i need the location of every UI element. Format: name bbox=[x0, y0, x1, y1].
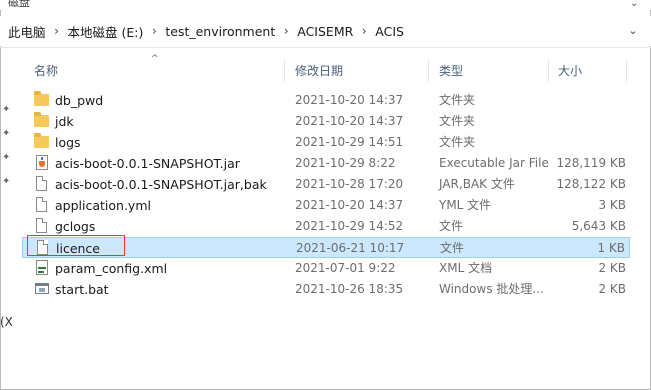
breadcrumb-drive-e[interactable]: 本地磁盘 (E:) bbox=[66, 22, 146, 41]
column-divider[interactable] bbox=[626, 60, 627, 82]
file-date: 2021-10-29 14:52 bbox=[295, 219, 404, 233]
file-name: param_config.xml bbox=[55, 261, 168, 276]
column-header-size[interactable]: 大小 bbox=[558, 56, 582, 86]
file-type: 文件夹 bbox=[439, 93, 476, 107]
file-date: 2021-10-20 14:37 bbox=[295, 93, 404, 107]
column-header-name[interactable]: 名称 bbox=[34, 56, 58, 86]
pin-icon[interactable]: ✦ bbox=[2, 104, 12, 115]
file-row[interactable]: db_pwd 2021-10-20 14:37 文件夹 bbox=[22, 90, 630, 111]
breadcrumb: 此电脑 › 本地磁盘 (E:) › test_environment › ACI… bbox=[6, 16, 406, 46]
file-name: gclogs bbox=[55, 219, 96, 234]
file-date: 2021-10-29 8:22 bbox=[295, 156, 396, 170]
column-header-type[interactable]: 类型 bbox=[439, 56, 463, 86]
file-size: 2 KB bbox=[598, 282, 626, 296]
breadcrumb-test-environment[interactable]: test_environment bbox=[163, 24, 277, 39]
column-divider[interactable] bbox=[548, 60, 549, 82]
file-type: 文件夹 bbox=[439, 114, 476, 128]
file-icon bbox=[35, 240, 51, 256]
file-type: 文件 bbox=[439, 219, 464, 233]
file-name: start.bat bbox=[55, 282, 109, 297]
file-type: Windows 批处理... bbox=[439, 282, 544, 296]
column-header-date[interactable]: 修改日期 bbox=[295, 56, 343, 86]
breadcrumb-acisemr[interactable]: ACISEMR bbox=[295, 24, 355, 39]
column-divider[interactable] bbox=[284, 60, 285, 82]
breadcrumb-this-pc[interactable]: 此电脑 bbox=[6, 22, 48, 41]
file-type: XML 文档 bbox=[439, 261, 493, 275]
xml-file-icon bbox=[34, 260, 50, 276]
file-type: Executable Jar File bbox=[439, 156, 549, 170]
pin-icon[interactable]: ✦ bbox=[2, 176, 12, 187]
file-date: 2021-07-01 9:22 bbox=[295, 261, 396, 275]
file-size: 128,122 KB bbox=[556, 177, 626, 191]
navigation-pane: ✦ ✦ ✦ ✦ (X bbox=[0, 48, 22, 388]
jar-file-icon bbox=[34, 155, 50, 171]
chevron-down-icon[interactable]: ⌄ bbox=[630, 0, 638, 9]
file-size: 5,643 KB bbox=[571, 219, 626, 233]
pin-icon[interactable]: ✦ bbox=[2, 128, 12, 139]
file-date: 2021-10-28 17:20 bbox=[295, 177, 404, 191]
file-date: 2021-10-20 14:37 bbox=[295, 198, 404, 212]
file-row[interactable]: application.yml 2021-10-20 14:37 YML 文件 3 K… bbox=[22, 195, 630, 216]
chevron-right-icon[interactable]: › bbox=[48, 24, 66, 38]
file-size: 1 KB bbox=[597, 241, 625, 255]
file-icon bbox=[34, 218, 50, 234]
file-name: acis-boot-0.0.1-SNAPSHOT.jar bbox=[55, 156, 240, 171]
file-date: 2021-10-26 18:35 bbox=[295, 282, 404, 296]
file-size: 128,119 KB bbox=[556, 156, 626, 170]
folder-icon bbox=[34, 91, 50, 108]
file-size: 3 KB bbox=[598, 198, 626, 212]
sort-ascending-icon: ^ bbox=[151, 54, 159, 64]
column-headers: ^ 名称 修改日期 类型 大小 bbox=[22, 54, 651, 86]
file-type: JAR,BAK 文件 bbox=[439, 177, 515, 191]
file-name: application.yml bbox=[55, 198, 151, 213]
file-row[interactable]: acis-boot-0.0.1-SNAPSHOT.jar 2021-10-29 8… bbox=[22, 153, 630, 174]
file-name: jdk bbox=[55, 114, 74, 129]
chevron-right-icon[interactable]: › bbox=[355, 24, 373, 38]
pin-icon[interactable]: ✦ bbox=[2, 152, 12, 163]
file-name: acis-boot-0.0.1-SNAPSHOT.jar,bak bbox=[55, 177, 267, 192]
file-row[interactable]: jdk 2021-10-20 14:37 文件夹 bbox=[22, 111, 630, 132]
file-type: 文件 bbox=[440, 241, 465, 255]
file-name: logs bbox=[55, 135, 81, 150]
file-date: 2021-10-29 14:51 bbox=[295, 135, 404, 149]
file-date: 2021-06-21 10:17 bbox=[296, 241, 405, 255]
bat-file-icon bbox=[34, 281, 50, 297]
folder-icon bbox=[34, 112, 50, 129]
folder-icon bbox=[34, 133, 50, 150]
file-row[interactable]: logs 2021-10-29 14:51 文件夹 bbox=[22, 132, 630, 153]
file-row[interactable]: gclogs 2021-10-29 14:52 文件 5,643 KB bbox=[22, 216, 630, 237]
file-row[interactable]: start.bat 2021-10-26 18:35 Windows 批处理... 2… bbox=[22, 279, 630, 300]
divider bbox=[0, 47, 651, 48]
nav-pane-text-fragment: (X bbox=[0, 315, 13, 329]
file-type: YML 文件 bbox=[439, 198, 492, 212]
file-size: 2 KB bbox=[598, 261, 626, 275]
breadcrumb-acis[interactable]: ACIS bbox=[373, 24, 406, 39]
file-type: 文件夹 bbox=[439, 135, 476, 149]
chevron-right-icon[interactable]: › bbox=[277, 24, 295, 38]
file-row[interactable]: licence 2021-06-21 10:17 文件 1 KB bbox=[22, 237, 630, 258]
address-bar[interactable]: 此电脑 › 本地磁盘 (E:) › test_environment › ACI… bbox=[0, 16, 651, 46]
chevron-right-icon[interactable]: › bbox=[145, 24, 163, 38]
top-fragment-text: 磁盘 bbox=[8, 0, 30, 9]
address-dropdown-icon[interactable]: ⌄ bbox=[626, 22, 640, 40]
file-icon bbox=[34, 197, 50, 213]
top-strip: 磁盘 ⌄ bbox=[0, 0, 651, 10]
file-date: 2021-10-20 14:37 bbox=[295, 114, 404, 128]
file-list: db_pwd 2021-10-20 14:37 文件夹 jdk 2021-10-20 1… bbox=[22, 90, 630, 300]
file-icon bbox=[34, 176, 50, 192]
column-divider[interactable] bbox=[428, 60, 429, 82]
file-name: db_pwd bbox=[55, 93, 104, 108]
file-row[interactable]: acis-boot-0.0.1-SNAPSHOT.jar,bak 2021-10-… bbox=[22, 174, 630, 195]
file-name: licence bbox=[56, 241, 100, 256]
file-row[interactable]: param_config.xml 2021-07-01 9:22 XML 文档 2 K… bbox=[22, 258, 630, 279]
